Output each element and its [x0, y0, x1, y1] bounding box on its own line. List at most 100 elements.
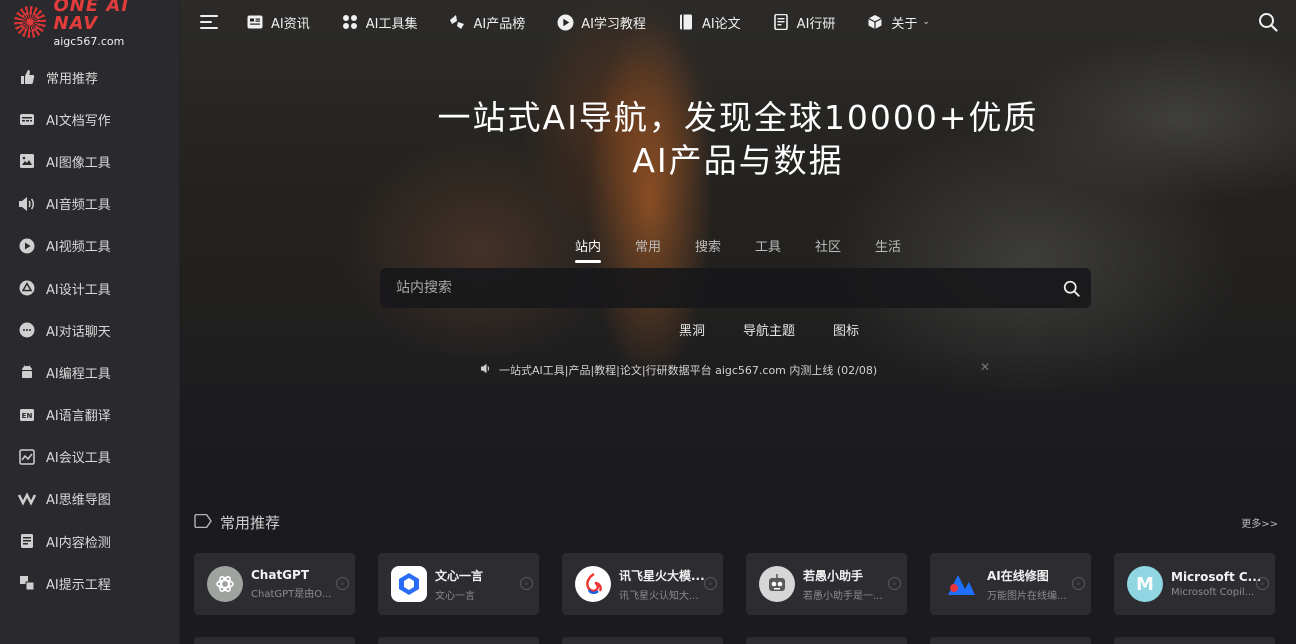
card-title: AI在线修图	[987, 568, 1049, 583]
hero-quick-links: 黑洞 导航主题 图标	[180, 320, 1296, 339]
sidebar-item-translation[interactable]: EN AI语言翻译	[0, 394, 179, 436]
site-card-partial[interactable]	[378, 637, 539, 644]
site-card[interactable]: 讯飞星火大模... 讯飞星火认知大... ›	[562, 553, 723, 615]
site-card[interactable]: ChatGPT ChatGPT是由O... ›	[194, 553, 355, 615]
tab-community[interactable]: 社区	[815, 236, 841, 263]
chevron-right-icon[interactable]: ›	[520, 577, 533, 590]
site-card[interactable]: AI在线修图 万能图片在线编... ›	[930, 553, 1091, 615]
tab-search[interactable]: 搜索	[695, 236, 721, 263]
app-root: ONE AI NAV aigc567.com 常用推荐 AI文档写作 AI图像工…	[0, 0, 1296, 644]
close-icon[interactable]: ✕	[980, 360, 990, 374]
card-list: ChatGPT ChatGPT是由O... › 文心一言 文心一言 › 讯飞星火…	[194, 553, 1275, 615]
sidebar-item-prompt[interactable]: AI提示工程	[0, 562, 179, 604]
hero-title-line2: AI产品与数据	[632, 141, 844, 180]
chevron-right-icon[interactable]: ›	[1256, 577, 1269, 590]
site-card[interactable]: 文心一言 文心一言 ›	[378, 553, 539, 615]
sidebar-item-image-tools[interactable]: AI图像工具	[0, 140, 179, 182]
section-title: 常用推荐	[220, 514, 281, 532]
sidebar-item-recommend[interactable]: 常用推荐	[0, 56, 179, 98]
sidebar-item-label: AI提示工程	[46, 577, 111, 593]
sidebar-item-mindmap[interactable]: AI思维导图	[0, 478, 179, 520]
sidebar-item-label: AI语言翻译	[46, 409, 111, 425]
chevron-right-icon[interactable]: ›	[1072, 577, 1085, 590]
nav-about[interactable]: 关于 ⌄	[866, 13, 930, 32]
speaker-icon	[18, 195, 36, 213]
search-icon[interactable]	[1258, 12, 1278, 32]
tab-tools[interactable]: 工具	[755, 236, 781, 263]
chevron-right-icon[interactable]: ›	[704, 577, 717, 590]
site-card-partial[interactable]	[1114, 637, 1275, 644]
card-title: Microsoft C...	[1171, 570, 1262, 584]
chevron-down-icon: ⌄	[922, 17, 930, 27]
thumb-up-icon	[18, 68, 36, 86]
sidebar-item-audio-tools[interactable]: AI音频工具	[0, 183, 179, 225]
checklist-icon	[18, 532, 36, 550]
nav-label: AI行研	[796, 16, 836, 32]
site-card-partial[interactable]	[562, 637, 723, 644]
logo-text: ONE AI NAV aigc567.com	[54, 0, 180, 47]
tab-life[interactable]: 生活	[875, 236, 901, 263]
tab-common[interactable]: 常用	[635, 236, 661, 263]
android-icon	[18, 363, 36, 381]
card-text: 文心一言 文心一言	[435, 567, 527, 602]
photo-edit-logo-icon	[943, 566, 979, 602]
xunfei-logo-icon	[575, 566, 611, 602]
menu-toggle-icon[interactable]	[200, 15, 220, 29]
sidebar-item-detection[interactable]: AI内容检测	[0, 520, 179, 562]
sidebar-item-label: 常用推荐	[46, 71, 99, 87]
card-text: 讯飞星火大模... 讯飞星火认知大...	[619, 567, 711, 602]
logo-mark-icon	[14, 6, 46, 38]
nav-ai-research[interactable]: AI行研	[772, 13, 836, 32]
sidebar-item-label: AI图像工具	[46, 155, 111, 171]
sidebar-item-video-tools[interactable]: AI视频工具	[0, 225, 179, 267]
sidebar-item-label: AI思维导图	[46, 493, 111, 509]
site-card[interactable]: 若愚小助手 若愚小助手是一... ›	[746, 553, 907, 615]
card-desc: 若愚小助手是一...	[803, 590, 883, 602]
sidebar-menu: 常用推荐 AI文档写作 AI图像工具 AI音频工具 AI视频工具 AI设计工具 …	[0, 44, 179, 604]
card-text: AI在线修图 万能图片在线编...	[987, 567, 1079, 602]
site-card-partial[interactable]	[930, 637, 1091, 644]
sidebar-item-chat[interactable]: AI对话聊天	[0, 309, 179, 351]
sidebar-item-label: AI编程工具	[46, 366, 111, 382]
site-logo[interactable]: ONE AI NAV aigc567.com	[0, 0, 180, 47]
sidebar-item-coding[interactable]: AI编程工具	[0, 351, 179, 393]
sidebar-item-meeting[interactable]: AI会议工具	[0, 436, 179, 478]
card-list-next-row	[194, 637, 1275, 644]
nav-label: AI资讯	[271, 16, 310, 32]
search-submit-icon[interactable]	[1051, 268, 1091, 308]
card-desc: 文心一言	[435, 590, 475, 602]
site-card[interactable]: M Microsoft C... Microsoft Copil... ›	[1114, 553, 1275, 615]
link-black-hole[interactable]: 黑洞	[679, 320, 705, 339]
nav-ai-tools[interactable]: AI工具集	[341, 13, 418, 32]
link-nav-theme[interactable]: 导航主题	[743, 320, 795, 339]
nav-ai-papers[interactable]: AI论文	[677, 13, 741, 32]
nav-ai-tutorials[interactable]: AI学习教程	[556, 13, 646, 32]
more-link[interactable]: 更多>>	[1241, 515, 1278, 530]
chevron-right-icon[interactable]: ›	[336, 577, 349, 590]
sidebar-item-doc-writing[interactable]: AI文档写作	[0, 98, 179, 140]
nav-ai-news[interactable]: AI资讯	[246, 13, 310, 32]
sidebar-item-label: AI内容检测	[46, 535, 111, 551]
link-icons[interactable]: 图标	[833, 320, 859, 339]
sidebar: ONE AI NAV aigc567.com 常用推荐 AI文档写作 AI图像工…	[0, 0, 180, 644]
chevron-right-icon[interactable]: ›	[888, 577, 901, 590]
sidebar-item-design-tools[interactable]: AI设计工具	[0, 267, 179, 309]
sidebar-item-label: AI设计工具	[46, 282, 111, 298]
nav-label: AI论文	[701, 16, 741, 32]
search-input[interactable]	[380, 268, 1051, 308]
nav-label: AI工具集	[365, 16, 418, 32]
site-card-partial[interactable]	[194, 637, 355, 644]
svg-text:EN: EN	[22, 412, 33, 420]
robot-logo-icon	[759, 566, 795, 602]
cube-icon	[866, 13, 884, 31]
tag-icon	[194, 513, 212, 532]
site-card-partial[interactable]	[746, 637, 907, 644]
announcement[interactable]: 一站式AI工具|产品|教程|论文|行研数据平台 aigc567.com 内测上线…	[480, 362, 877, 378]
blocks-icon	[18, 574, 36, 592]
top-nav: AI资讯 AI工具集 AI产品榜 AI学习教程 AI论文 AI行研 关于 ⌄	[180, 0, 1296, 44]
tab-site[interactable]: 站内	[574, 236, 601, 263]
nav-label: 关于	[891, 16, 918, 32]
nav-ai-ranking[interactable]: AI产品榜	[448, 13, 525, 32]
ranking-icon	[448, 13, 466, 31]
card-desc: ChatGPT是由O...	[251, 589, 332, 600]
